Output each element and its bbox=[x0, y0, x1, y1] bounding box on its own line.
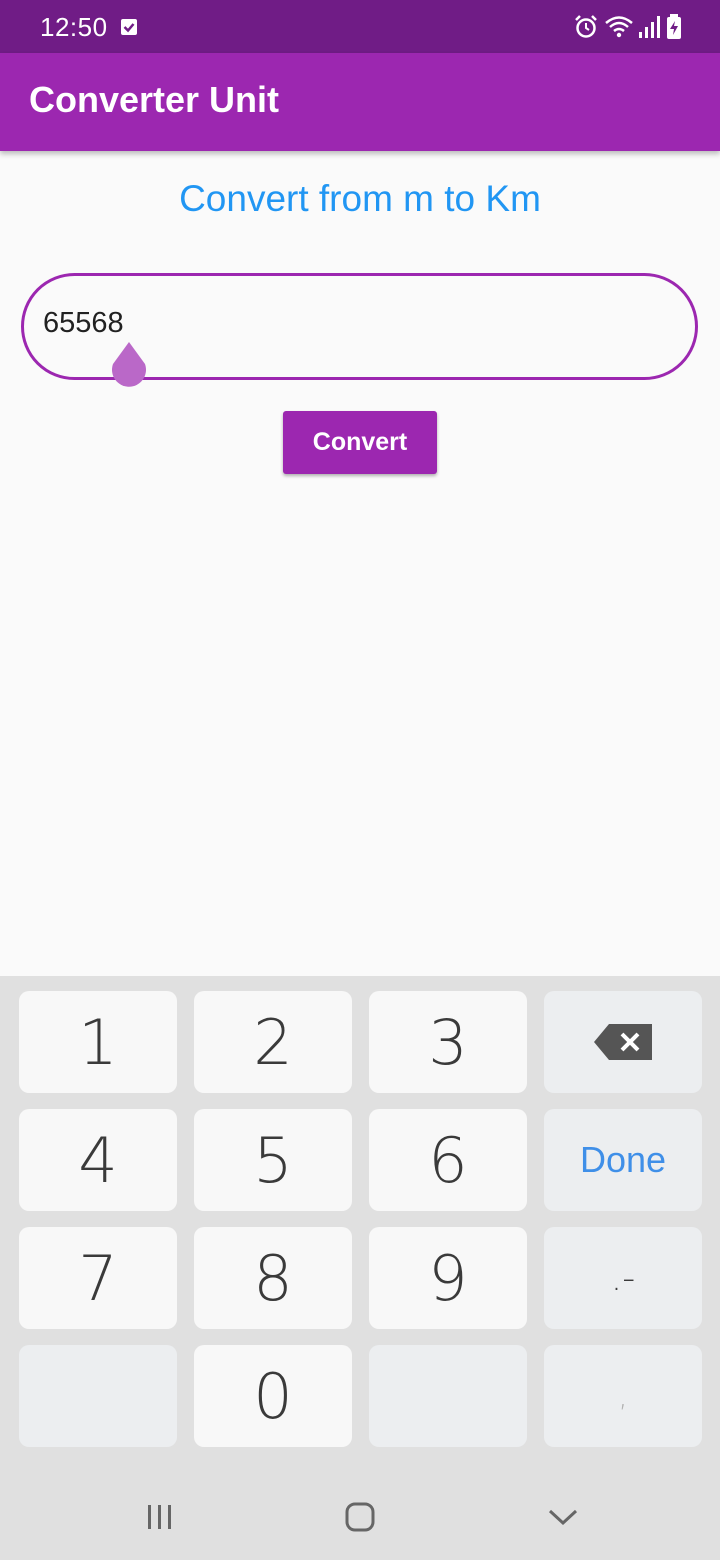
key-3[interactable]: 3 bbox=[369, 991, 527, 1093]
symbol-key[interactable]: .- bbox=[544, 1227, 702, 1329]
key-1[interactable]: 1 bbox=[19, 991, 177, 1093]
comma-key[interactable]: , bbox=[544, 1345, 702, 1447]
done-key[interactable]: Done bbox=[544, 1109, 702, 1211]
convert-button[interactable]: Convert bbox=[283, 411, 437, 474]
key-8[interactable]: 8 bbox=[194, 1227, 352, 1329]
home-icon[interactable] bbox=[344, 1501, 376, 1533]
backspace-icon bbox=[594, 1024, 652, 1060]
page-heading: Convert from m to Km bbox=[179, 178, 541, 219]
status-icons bbox=[574, 14, 684, 42]
key-9[interactable]: 9 bbox=[369, 1227, 527, 1329]
wifi-icon bbox=[605, 16, 633, 38]
checkbox-notification-icon bbox=[121, 19, 137, 35]
app-bar: Converter Unit bbox=[0, 53, 720, 151]
key-4[interactable]: 4 bbox=[19, 1109, 177, 1211]
recents-icon[interactable] bbox=[145, 1502, 175, 1532]
app-title: Converter Unit bbox=[29, 79, 280, 120]
alarm-icon bbox=[575, 15, 597, 38]
status-time: 12:50 bbox=[40, 12, 108, 42]
blank-key-left bbox=[19, 1345, 177, 1447]
backspace-key[interactable] bbox=[544, 991, 702, 1093]
battery-charging-icon bbox=[667, 14, 681, 39]
key-2[interactable]: 2 bbox=[194, 991, 352, 1093]
navigation-bar bbox=[0, 1472, 720, 1560]
back-icon[interactable] bbox=[547, 1506, 579, 1528]
input-value: 65568 bbox=[43, 307, 124, 339]
key-5[interactable]: 5 bbox=[194, 1109, 352, 1211]
signal-icon bbox=[639, 16, 660, 38]
numeric-keyboard: 1 2 3 4 5 6 Done 7 8 9 .- 0 , bbox=[0, 976, 720, 1472]
key-0[interactable]: 0 bbox=[194, 1345, 352, 1447]
blank-key-right bbox=[369, 1345, 527, 1447]
status-bar: 12:50 bbox=[0, 0, 720, 53]
text-cursor-handle[interactable] bbox=[110, 342, 148, 389]
key-7[interactable]: 7 bbox=[19, 1227, 177, 1329]
key-6[interactable]: 6 bbox=[369, 1109, 527, 1211]
